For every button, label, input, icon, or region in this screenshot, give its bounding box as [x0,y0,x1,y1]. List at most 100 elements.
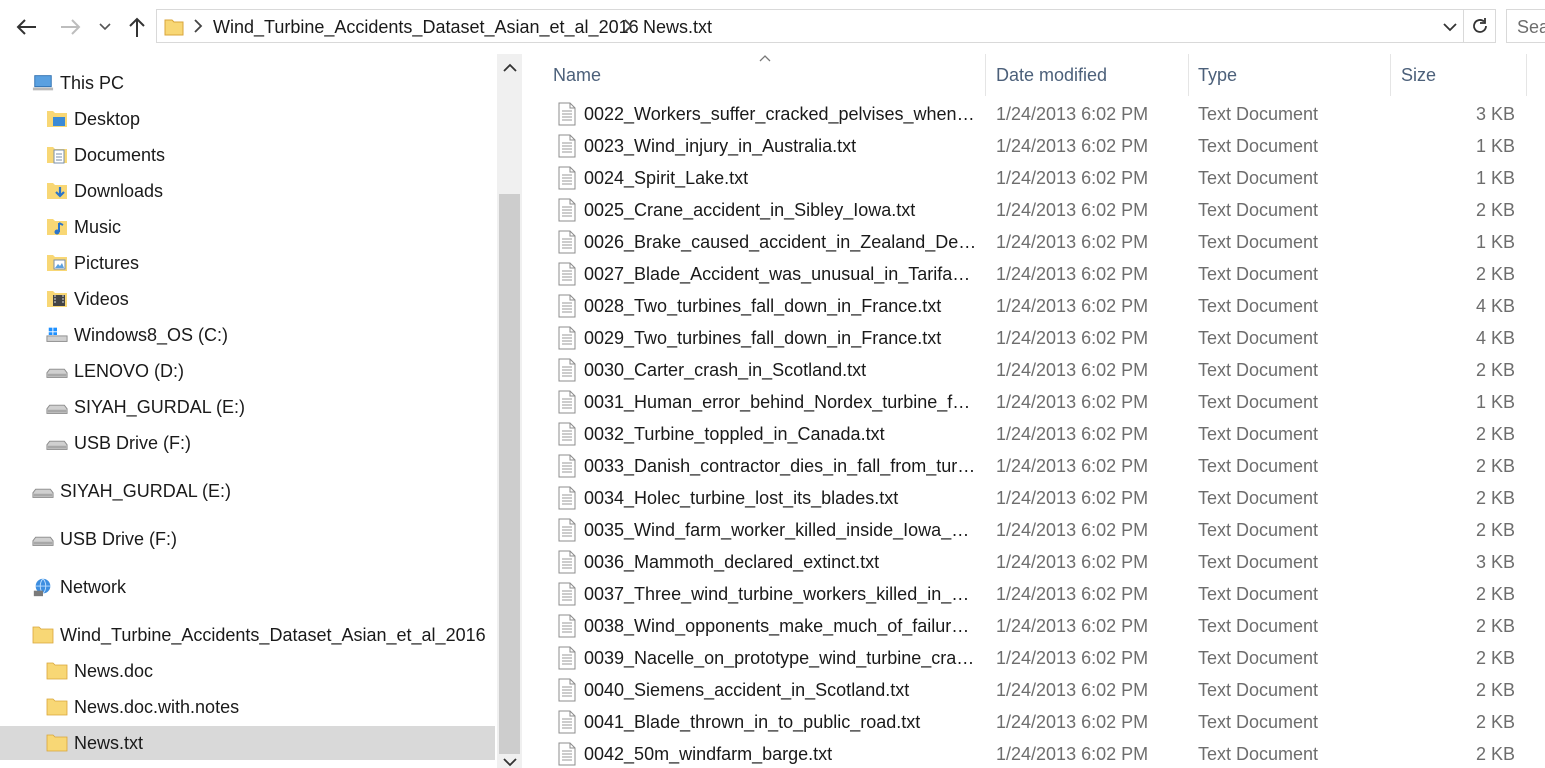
file-row[interactable]: 0042_50m_windfarm_barge.txt 1/24/2013 6:… [551,738,1541,768]
downloads-folder-icon [46,180,68,202]
nav-item-label: Network [60,576,127,597]
file-row[interactable]: 0033_Danish_contractor_dies_in_fall_from… [551,450,1541,482]
file-row[interactable]: 0023_Wind_injury_in_Australia.txt 1/24/2… [551,130,1541,162]
column-divider[interactable] [1526,54,1527,96]
nav-item-windows8-os-c[interactable]: Windows8_OS (C:) [46,318,228,352]
column-header-date-modified[interactable]: Date modified [996,54,1186,96]
file-name: 0032_Turbine_toppled_in_Canada.txt [584,424,885,444]
file-row[interactable]: 0032_Turbine_toppled_in_Canada.txt 1/24/… [551,418,1541,450]
file-date-modified: 1/24/2013 6:02 PM [996,424,1149,444]
scroll-up-button[interactable] [500,58,520,78]
file-type: Text Document [1198,296,1319,316]
file-size: 2 KB [1475,712,1515,732]
nav-item-network[interactable]: Network [32,570,126,604]
file-type: Text Document [1198,424,1319,444]
nav-item-this-pc[interactable]: This PC [32,66,124,100]
chevron-right-icon[interactable] [623,19,633,33]
file-row[interactable]: 0027_Blade_Accident_was_unusual_in_Tarif… [551,258,1541,290]
recent-locations-button[interactable] [94,12,116,42]
nav-item-desktop[interactable]: Desktop [46,102,140,136]
nav-item-usb-drive-f-root[interactable]: USB Drive (F:) [32,522,177,556]
nav-item-dataset-folder[interactable]: Wind_Turbine_Accidents_Dataset_Asian_et_… [32,618,486,652]
back-button[interactable] [8,12,44,42]
file-row[interactable]: 0041_Blade_thrown_in_to_public_road.txt … [551,706,1541,738]
nav-item-pictures[interactable]: Pictures [46,246,139,280]
music-folder-icon [46,216,68,238]
file-size: 4 KB [1475,328,1515,348]
nav-item-downloads[interactable]: Downloads [46,174,163,208]
nav-item-music[interactable]: Music [46,210,121,244]
file-type: Text Document [1198,168,1319,188]
file-size: 2 KB [1475,360,1515,380]
nav-item-documents[interactable]: Documents [46,138,165,172]
file-row[interactable]: 0034_Holec_turbine_lost_its_blades.txt 1… [551,482,1541,514]
file-type: Text Document [1198,264,1319,284]
file-size: 2 KB [1475,584,1515,604]
column-divider[interactable] [985,54,986,96]
scrollbar-thumb[interactable] [499,194,520,754]
file-type: Text Document [1198,744,1319,764]
refresh-button[interactable] [1463,10,1495,42]
file-date-modified: 1/24/2013 6:02 PM [996,264,1149,284]
file-type: Text Document [1198,200,1319,220]
file-row[interactable]: 0040_Siemens_accident_in_Scotland.txt 1/… [551,674,1541,706]
file-row[interactable]: 0025_Crane_accident_in_Sibley_Iowa.txt 1… [551,194,1541,226]
nav-item-label: LENOVO (D:) [74,360,185,381]
nav-item-siyah-gurdal-e-root[interactable]: SIYAH_GURDAL (E:) [32,474,231,508]
arrow-left-icon [16,19,36,35]
nav-item-news-doc-with-notes[interactable]: News.doc.with.notes [46,690,239,724]
nav-item-lenovo-d[interactable]: LENOVO (D:) [46,354,184,388]
nav-item-news-txt[interactable]: News.txt [0,726,495,760]
drive-icon [32,480,54,502]
file-date-modified: 1/24/2013 6:02 PM [996,552,1149,572]
nav-item-videos[interactable]: Videos [46,282,129,316]
column-header-size[interactable]: Size [1401,54,1521,96]
column-header-row: Name Date modified Type Size [523,54,1545,96]
file-row[interactable]: 0036_Mammoth_declared_extinct.txt 1/24/2… [551,546,1541,578]
file-size: 2 KB [1475,264,1515,284]
file-type: Text Document [1198,616,1319,636]
file-row[interactable]: 0038_Wind_opponents_make_much_of_failure… [551,610,1541,642]
text-document-icon [558,294,576,318]
column-header-type[interactable]: Type [1198,54,1388,96]
file-type: Text Document [1198,360,1319,380]
file-row[interactable]: 0035_Wind_farm_worker_killed_inside_Iowa… [551,514,1541,546]
file-row[interactable]: 0037_Three_wind_turbine_workers_killed_i… [551,578,1541,610]
breadcrumb-dataset[interactable]: Wind_Turbine_Accidents_Dataset_Asian_et_… [213,17,639,38]
chevron-down-icon [99,23,111,31]
file-name: 0025_Crane_accident_in_Sibley_Iowa.txt [584,200,916,220]
file-name: 0030_Carter_crash_in_Scotland.txt [584,360,867,380]
column-header-name[interactable]: Name [553,54,983,96]
scroll-down-button[interactable] [500,756,520,768]
text-document-icon [558,422,576,446]
file-row[interactable]: 0031_Human_error_behind_Nordex_turbine_f… [551,386,1541,418]
breadcrumb-news-txt[interactable]: News.txt [643,17,712,38]
text-document-icon [558,582,576,606]
chevron-right-icon[interactable] [193,19,203,33]
file-row[interactable]: 0022_Workers_suffer_cracked_pelvises_whe… [551,98,1541,130]
nav-pane-scrollbar[interactable] [497,54,522,768]
file-name: 0028_Two_turbines_fall_down_in_France.tx… [584,296,942,316]
nav-item-siyah-gurdal-e[interactable]: SIYAH_GURDAL (E:) [46,390,245,424]
file-date-modified: 1/24/2013 6:02 PM [996,648,1149,668]
address-bar[interactable]: Wind_Turbine_Accidents_Dataset_Asian_et_… [156,9,1496,43]
network-icon [32,576,54,598]
file-row[interactable]: 0024_Spirit_Lake.txt 1/24/2013 6:02 PM T… [551,162,1541,194]
column-divider[interactable] [1390,54,1391,96]
forward-button[interactable] [54,12,88,42]
file-row[interactable]: 0030_Carter_crash_in_Scotland.txt 1/24/2… [551,354,1541,386]
file-row[interactable]: 0029_Two_turbines_fall_down_in_France.tx… [551,322,1541,354]
up-button[interactable] [120,12,154,42]
file-row[interactable]: 0026_Brake_caused_accident_in_Zealand_De… [551,226,1541,258]
nav-item-news-doc[interactable]: News.doc [46,654,153,688]
nav-item-usb-drive-f[interactable]: USB Drive (F:) [46,426,191,460]
file-date-modified: 1/24/2013 6:02 PM [996,744,1149,764]
file-row[interactable]: 0028_Two_turbines_fall_down_in_France.tx… [551,290,1541,322]
file-date-modified: 1/24/2013 6:02 PM [996,392,1149,412]
file-name: 0029_Two_turbines_fall_down_in_France.tx… [584,328,942,348]
file-name: 0026_Brake_caused_accident_in_Zealand_De… [584,232,978,252]
column-divider[interactable] [1188,54,1189,96]
search-input[interactable]: Search News.txt [1506,9,1545,43]
chevron-down-icon[interactable] [1441,19,1459,35]
file-row[interactable]: 0039_Nacelle_on_prototype_wind_turbine_c… [551,642,1541,674]
